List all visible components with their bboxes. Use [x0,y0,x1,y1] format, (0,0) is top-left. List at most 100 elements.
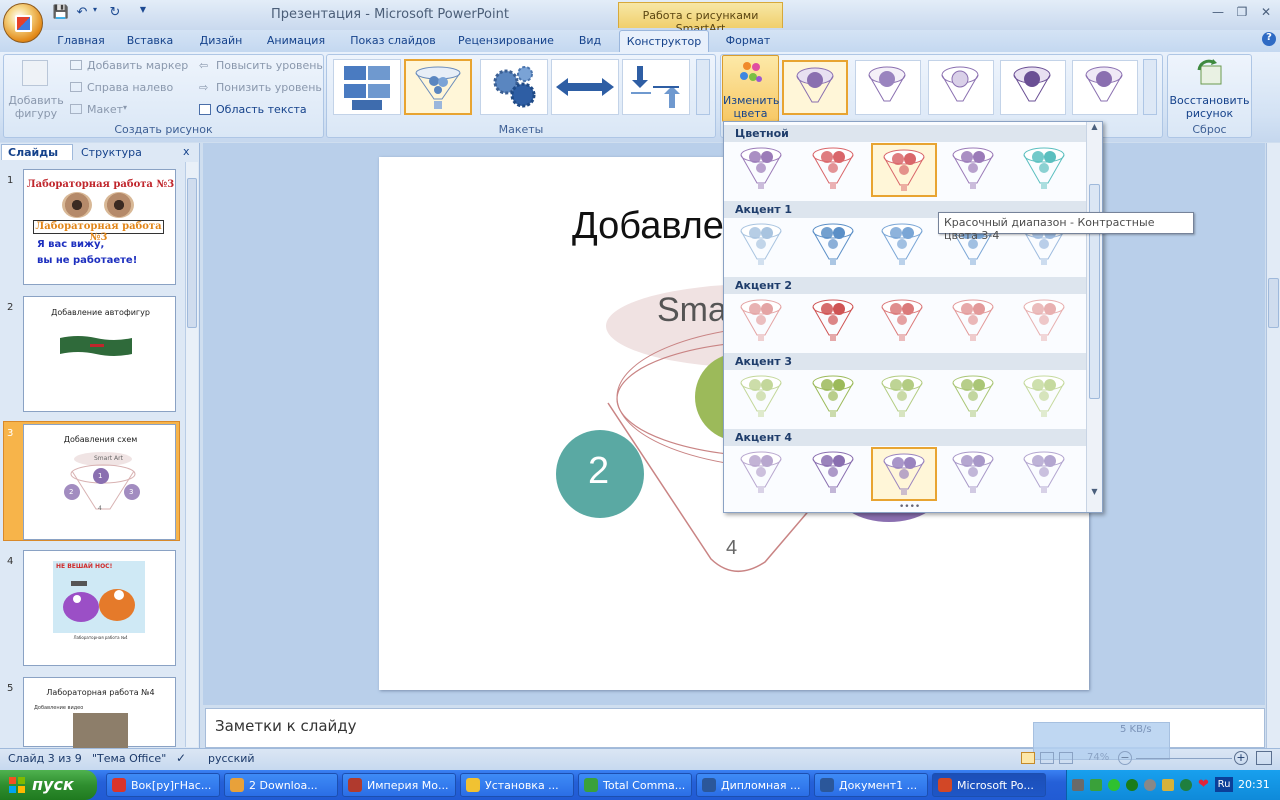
style-option-2[interactable] [855,60,921,115]
close-pane-icon[interactable]: x [183,145,190,158]
tab-home[interactable]: Главная [50,30,112,52]
style-option-3[interactable] [928,60,994,115]
tray-icon-3[interactable] [1108,779,1120,791]
color-option-2-1[interactable] [730,219,796,273]
color-option-1-3[interactable] [871,143,937,197]
style-option-1[interactable] [782,60,848,115]
spellcheck-icon[interactable]: ✓ [176,751,186,765]
change-colors-gallery[interactable]: Цветной Акцент 1 Акцент 2 Акцент 3 Акцен… [723,121,1103,513]
color-option-5-3[interactable] [871,447,937,501]
normal-view-icon[interactable] [1021,752,1035,764]
color-option-1-1[interactable] [730,143,796,197]
color-option-5-2[interactable] [802,447,868,501]
sorter-view-icon[interactable] [1040,752,1054,764]
color-option-3-4[interactable] [942,295,1008,349]
promote-button[interactable]: Повысить уровень [216,59,323,72]
maximize-button[interactable]: ❐ [1231,5,1253,21]
zoom-level[interactable]: 74% [1087,752,1109,763]
slide-thumb-5[interactable]: Лабораторная работа №4 Добавление видео [23,677,176,748]
smartart-node-4[interactable]: 4 [726,537,737,560]
layouts-scroll[interactable] [696,59,710,115]
taskbar-item-8[interactable]: Microsoft Po... [932,773,1046,797]
layout-option-funnel[interactable] [404,59,472,115]
taskbar-item-1[interactable]: Вок[ру]гНас... [106,773,220,797]
color-option-3-2[interactable] [802,295,868,349]
zoom-in-icon[interactable]: + [1234,751,1248,765]
layout-option-balance[interactable] [622,59,690,115]
language-switch[interactable]: Ru [1215,777,1233,792]
color-option-3-5[interactable] [1013,295,1079,349]
taskbar-item-3[interactable]: Империя Мо... [342,773,456,797]
office-button[interactable] [3,3,43,43]
color-option-4-1[interactable] [730,371,796,425]
taskbar-item-6[interactable]: Дипломная ... [696,773,810,797]
tab-animation[interactable]: Анимация [260,30,332,52]
add-bullet-button[interactable]: Добавить маркер [87,59,188,72]
slide-thumb-4[interactable]: НЕ ВЕШАЙ НОС! Лабораторная работа №4 [23,550,176,666]
slide-thumb-3[interactable]: Добавления схем Smart Art 1 2 3 4 [23,424,176,540]
tab-outline[interactable]: Структура [75,145,147,160]
tab-format[interactable]: Формат [716,30,780,52]
tab-design[interactable]: Дизайн [192,30,250,52]
smartart-title-text[interactable]: Sma [657,291,727,330]
layout-option-1[interactable] [333,59,401,115]
text-pane-button[interactable]: Область текста [216,103,307,116]
tab-constructor[interactable]: Конструктор [619,30,709,52]
color-option-5-4[interactable] [942,447,1008,501]
tab-view[interactable]: Вид [570,30,610,52]
color-option-3-3[interactable] [871,295,937,349]
style-option-4[interactable] [1000,60,1066,115]
tray-icon-4[interactable] [1126,779,1138,791]
layout-button[interactable]: Макет [87,103,123,116]
smartart-node-2[interactable]: 2 [588,450,609,493]
main-scrollbar[interactable] [1266,143,1280,748]
tray-icon-1[interactable] [1072,779,1084,791]
minimize-button[interactable]: — [1207,5,1229,21]
color-option-1-5[interactable] [1013,143,1079,197]
zoom-slider[interactable] [1136,758,1232,759]
slide-thumb-1[interactable]: Лабораторная работа №3 Лабораторная рабо… [23,169,176,285]
color-option-1-2[interactable] [802,143,868,197]
tray-icon-5[interactable] [1144,779,1156,791]
color-option-4-2[interactable] [802,371,868,425]
color-option-5-1[interactable] [730,447,796,501]
tab-review[interactable]: Рецензирование [452,30,560,52]
tray-icon-2[interactable] [1090,779,1102,791]
color-option-1-4[interactable] [942,143,1008,197]
reset-graphic-button[interactable]: Восстановить рисунок [1169,94,1250,120]
heart-icon[interactable]: ❤ [1198,777,1209,792]
layout-option-gears[interactable] [480,59,548,115]
demote-button[interactable]: Понизить уровень [216,81,322,94]
color-option-2-3[interactable] [871,219,937,273]
tray-icon-6[interactable] [1162,779,1174,791]
close-button[interactable]: ✕ [1255,5,1277,21]
fit-slide-icon[interactable] [1256,751,1272,765]
help-icon[interactable]: ? [1262,32,1276,46]
taskbar-item-5[interactable]: Total Comma... [578,773,692,797]
tab-insert[interactable]: Вставка [120,30,180,52]
tray-icon-7[interactable] [1180,779,1192,791]
tab-slides[interactable]: Слайды [1,144,73,160]
color-option-3-1[interactable] [730,295,796,349]
slides-pane-scrollbar[interactable] [185,162,198,747]
styles-scroll[interactable] [1143,59,1157,115]
gallery-scrollbar[interactable]: ▲ ▼ [1086,122,1102,512]
gallery-resize-grip[interactable]: •••• [899,502,920,512]
zoom-out-icon[interactable]: − [1118,751,1132,765]
slideshow-view-icon[interactable] [1059,752,1073,764]
right-to-left-button[interactable]: Справа налево [87,81,173,94]
tab-slideshow[interactable]: Показ слайдов [344,30,442,52]
style-option-5[interactable] [1072,60,1138,115]
taskbar-item-7[interactable]: Документ1 ... [814,773,928,797]
layout-dropdown-icon[interactable]: ▾ [123,103,127,112]
layout-option-arrows[interactable] [551,59,619,115]
taskbar-item-4[interactable]: Установка ... [460,773,574,797]
color-option-4-4[interactable] [942,371,1008,425]
add-shape-button[interactable]: Добавить фигуру [8,94,64,120]
color-option-2-2[interactable] [802,219,868,273]
color-option-5-5[interactable] [1013,447,1079,501]
slide-thumb-2[interactable]: Добавление автофигур [23,296,176,412]
taskbar-item-2[interactable]: 2 Downloa... [224,773,338,797]
color-option-4-3[interactable] [871,371,937,425]
color-option-4-5[interactable] [1013,371,1079,425]
